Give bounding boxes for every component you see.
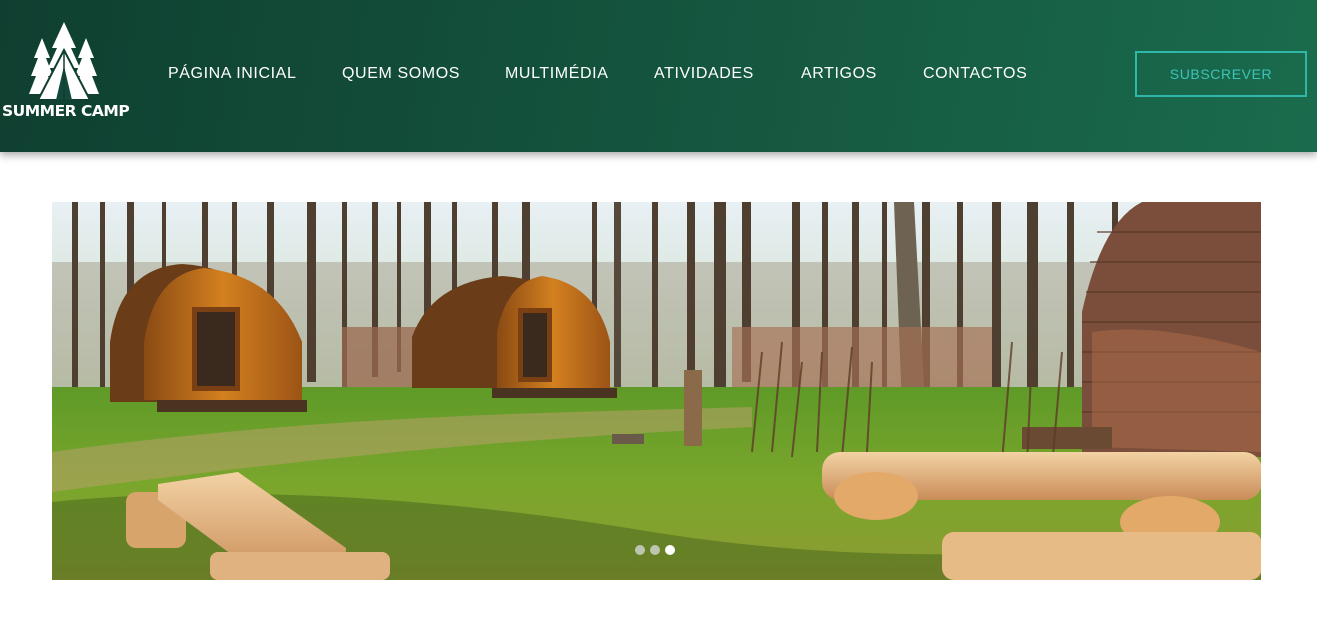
nav-item-quem-somos[interactable]: QUEM SOMOS [342, 63, 460, 85]
slider-dots [635, 545, 675, 555]
nav-item-artigos[interactable]: ARTIGOS [801, 63, 877, 85]
slider-dot-3[interactable] [665, 545, 675, 555]
slider-dot-1[interactable] [635, 545, 645, 555]
main-nav: PÁGINA INICIAL QUEM SOMOS MULTIMÉDIA ATI… [0, 0, 1100, 152]
subscribe-button[interactable]: SUBSCREVER [1135, 51, 1307, 97]
nav-item-multimedia[interactable]: MULTIMÉDIA [505, 63, 608, 85]
nav-item-pagina-inicial[interactable]: PÁGINA INICIAL [168, 63, 296, 85]
nav-item-atividades[interactable]: ATIVIDADES [654, 63, 754, 85]
hero-slider[interactable] [52, 202, 1261, 580]
nav-item-contactos[interactable]: CONTACTOS [923, 63, 1027, 85]
slider-dot-2[interactable] [650, 545, 660, 555]
hero-slide-image [52, 202, 1261, 580]
site-header: SUMMER CAMP PÁGINA INICIAL QUEM SOMOS MU… [0, 0, 1317, 152]
